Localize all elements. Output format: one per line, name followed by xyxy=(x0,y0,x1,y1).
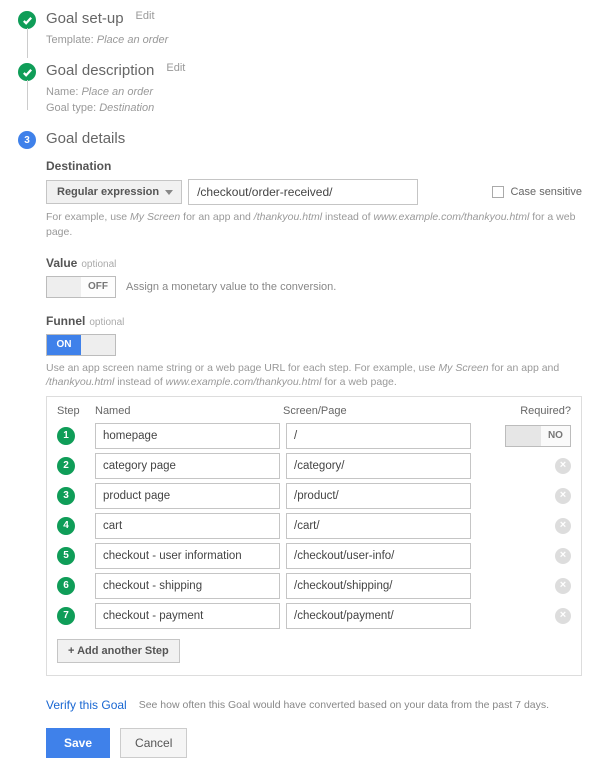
funnel-row: 2× xyxy=(57,453,571,479)
cancel-button[interactable]: Cancel xyxy=(120,728,187,758)
case-sensitive-checkbox[interactable] xyxy=(492,186,504,198)
remove-step-icon[interactable]: × xyxy=(555,578,571,594)
funnel-row: 7× xyxy=(57,603,571,629)
funnel-step-screen-input[interactable] xyxy=(286,453,471,479)
funnel-step-badge: 5 xyxy=(57,547,75,565)
verify-goal-link[interactable]: Verify this Goal xyxy=(46,698,127,712)
funnel-step-badge: 3 xyxy=(57,487,75,505)
connector-line xyxy=(27,28,28,58)
step-description-sub: Name: Place an order Goal type: Destinat… xyxy=(46,85,582,116)
funnel-step-badge: 2 xyxy=(57,457,75,475)
save-button[interactable]: Save xyxy=(46,728,110,758)
chevron-down-icon xyxy=(165,190,173,195)
col-step: Step xyxy=(57,405,95,417)
funnel-step-name-input[interactable] xyxy=(95,543,280,569)
funnel-label: Funneloptional xyxy=(46,314,582,328)
col-name: Named xyxy=(95,405,283,417)
funnel-step-screen-input[interactable] xyxy=(286,603,471,629)
case-sensitive-option[interactable]: Case sensitive xyxy=(492,186,582,198)
funnel-step-badge: 6 xyxy=(57,577,75,595)
funnel-step-name-input[interactable] xyxy=(95,483,280,509)
funnel-step-name-input[interactable] xyxy=(95,423,280,449)
action-buttons: Save Cancel xyxy=(46,728,582,758)
wizard-step-setup: Goal set-up Edit xyxy=(18,10,582,29)
value-label: Valueoptional xyxy=(46,256,582,270)
section-funnel: Funneloptional ON Use an app screen name… xyxy=(46,314,582,676)
funnel-toggle[interactable]: ON xyxy=(46,334,116,356)
toggle-no-label: NO xyxy=(541,426,570,446)
step-number-icon: 3 xyxy=(18,131,36,149)
step-description-edit[interactable]: Edit xyxy=(166,62,185,74)
funnel-row: 1 NO xyxy=(57,423,571,449)
toggle-on-label: ON xyxy=(47,335,81,355)
step-setup-title: Goal set-up xyxy=(46,10,124,27)
toggle-knob xyxy=(81,335,115,355)
destination-input[interactable] xyxy=(188,179,418,205)
funnel-step-screen-input[interactable] xyxy=(286,483,471,509)
check-icon xyxy=(18,11,36,29)
verify-help: See how often this Goal would have conve… xyxy=(139,699,549,711)
toggle-knob xyxy=(47,277,81,297)
value-toggle[interactable]: OFF xyxy=(46,276,116,298)
funnel-step-badge: 4 xyxy=(57,517,75,535)
verify-row: Verify this Goal See how often this Goal… xyxy=(46,698,582,712)
funnel-help: Use an app screen name string or a web p… xyxy=(46,361,582,390)
funnel-step-screen-input[interactable] xyxy=(286,543,471,569)
funnel-step-badge: 7 xyxy=(57,607,75,625)
check-icon xyxy=(18,63,36,81)
col-required: Required? xyxy=(520,405,571,417)
toggle-knob xyxy=(506,426,541,446)
step-details-title: Goal details xyxy=(46,130,125,147)
remove-step-icon[interactable]: × xyxy=(555,488,571,504)
funnel-step-name-input[interactable] xyxy=(95,453,280,479)
remove-step-icon[interactable]: × xyxy=(555,548,571,564)
funnel-row: 4× xyxy=(57,513,571,539)
destination-help: For example, use My Screen for an app an… xyxy=(46,210,582,239)
funnel-row: 6× xyxy=(57,573,571,599)
funnel-step-badge: 1 xyxy=(57,427,75,445)
funnel-row: 5× xyxy=(57,543,571,569)
funnel-step-screen-input[interactable] xyxy=(286,573,471,599)
funnel-header-row: Step Named Screen/Page Required? xyxy=(57,405,571,417)
match-type-dropdown[interactable]: Regular expression xyxy=(46,180,182,204)
funnel-step-name-input[interactable] xyxy=(95,573,280,599)
destination-label: Destination xyxy=(46,159,582,173)
required-toggle[interactable]: NO xyxy=(505,425,571,447)
step-setup-sub: Template: Place an order xyxy=(46,33,582,48)
connector-line xyxy=(27,80,28,110)
step-description-title: Goal description xyxy=(46,62,154,79)
funnel-step-name-input[interactable] xyxy=(95,513,280,539)
match-type-value: Regular expression xyxy=(57,186,159,198)
remove-step-icon[interactable]: × xyxy=(555,458,571,474)
wizard-step-description: Goal description Edit xyxy=(18,62,582,81)
section-destination: Destination Regular expression Case sens… xyxy=(46,159,582,239)
col-screen: Screen/Page xyxy=(283,405,471,417)
funnel-table: Step Named Screen/Page Required? 1NO2×3×… xyxy=(46,396,582,676)
value-help: Assign a monetary value to the conversio… xyxy=(126,281,336,293)
wizard-step-details: 3 Goal details xyxy=(18,130,582,149)
toggle-off-label: OFF xyxy=(81,277,115,297)
section-value: Valueoptional OFF Assign a monetary valu… xyxy=(46,256,582,298)
funnel-row: 3× xyxy=(57,483,571,509)
remove-step-icon[interactable]: × xyxy=(555,518,571,534)
funnel-step-name-input[interactable] xyxy=(95,603,280,629)
remove-step-icon[interactable]: × xyxy=(555,608,571,624)
funnel-step-screen-input[interactable] xyxy=(286,423,471,449)
step-setup-edit[interactable]: Edit xyxy=(136,10,155,22)
add-step-button[interactable]: + Add another Step xyxy=(57,639,180,663)
funnel-step-screen-input[interactable] xyxy=(286,513,471,539)
case-sensitive-label: Case sensitive xyxy=(510,186,582,198)
